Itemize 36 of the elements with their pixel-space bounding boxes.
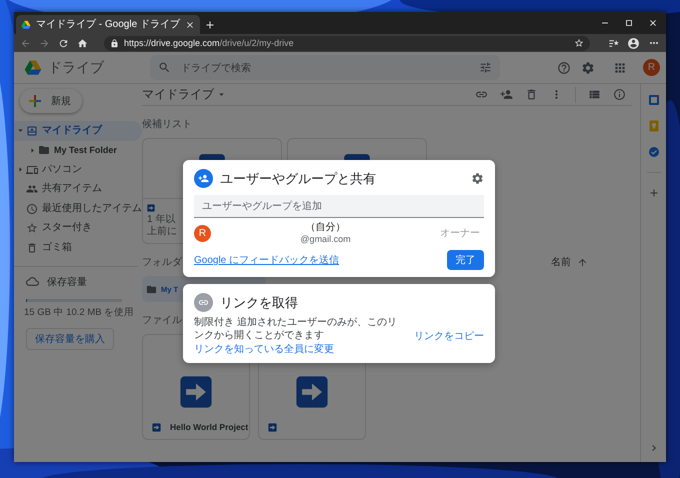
search-placeholder: ドライブで検索	[181, 62, 252, 74]
storage-usage: 15 GB 中 10.2 MB を使用	[23, 306, 136, 320]
search-field[interactable]: ドライブで検索	[150, 55, 500, 80]
new-button[interactable]: 新規	[20, 89, 82, 113]
sidebar-item[interactable]: 共有アイテム	[14, 180, 142, 199]
avatar: R	[194, 224, 211, 242]
sort-button[interactable]: 名前	[551, 255, 588, 269]
app-name: ドライブ	[48, 58, 104, 76]
browser-tab[interactable]: マイドライブ - Google ドライブ	[16, 15, 200, 34]
add-people-field[interactable]: ユーザーやグループを追加	[194, 195, 484, 218]
person-email: @gmail.com	[300, 234, 351, 244]
sidebar-item[interactable]: 最近使用したアイテム	[14, 199, 142, 218]
section-heading: 候補リスト	[142, 118, 192, 131]
dialog-title: ユーザーやグループと共有	[220, 170, 377, 186]
url-text: https://drive.google.com/drive/u/2/my-drive	[124, 38, 294, 48]
buy-storage-button[interactable]: 保存容量を購入	[26, 328, 114, 350]
avatar[interactable]: R	[643, 59, 660, 76]
section-heading: ファイル	[142, 314, 182, 327]
file-caption: 1 年以上前に	[147, 214, 178, 238]
done-button[interactable]: 完了	[447, 250, 484, 270]
sidebar-item[interactable]: パソコン	[14, 160, 142, 180]
storage-item[interactable]: 保存容量	[14, 272, 138, 290]
sidebar-item[interactable]: スター付き	[14, 218, 142, 238]
page-title[interactable]: マイドライブ	[142, 86, 214, 103]
sidebar-item[interactable]: マイドライブ	[14, 121, 142, 140]
person-name: （自分）	[306, 222, 346, 234]
sidebar-item[interactable]: My Test Folder	[14, 140, 142, 160]
feedback-link[interactable]: Google にフィードバックを送信	[194, 253, 340, 267]
file-name: Hello World Project	[170, 422, 248, 432]
section-heading: フォルダ	[142, 256, 182, 269]
tab-title: マイドライブ - Google ドライブ	[36, 18, 180, 31]
copy-link[interactable]: リンクをコピー	[414, 330, 484, 342]
dialog-title: リンクを取得	[220, 294, 299, 310]
address-bar[interactable]: https://drive.google.com/drive/u/2/my-drive	[104, 36, 590, 50]
person-role: オーナー	[440, 227, 480, 240]
sidebar-item[interactable]: ゴミ箱	[14, 238, 142, 258]
